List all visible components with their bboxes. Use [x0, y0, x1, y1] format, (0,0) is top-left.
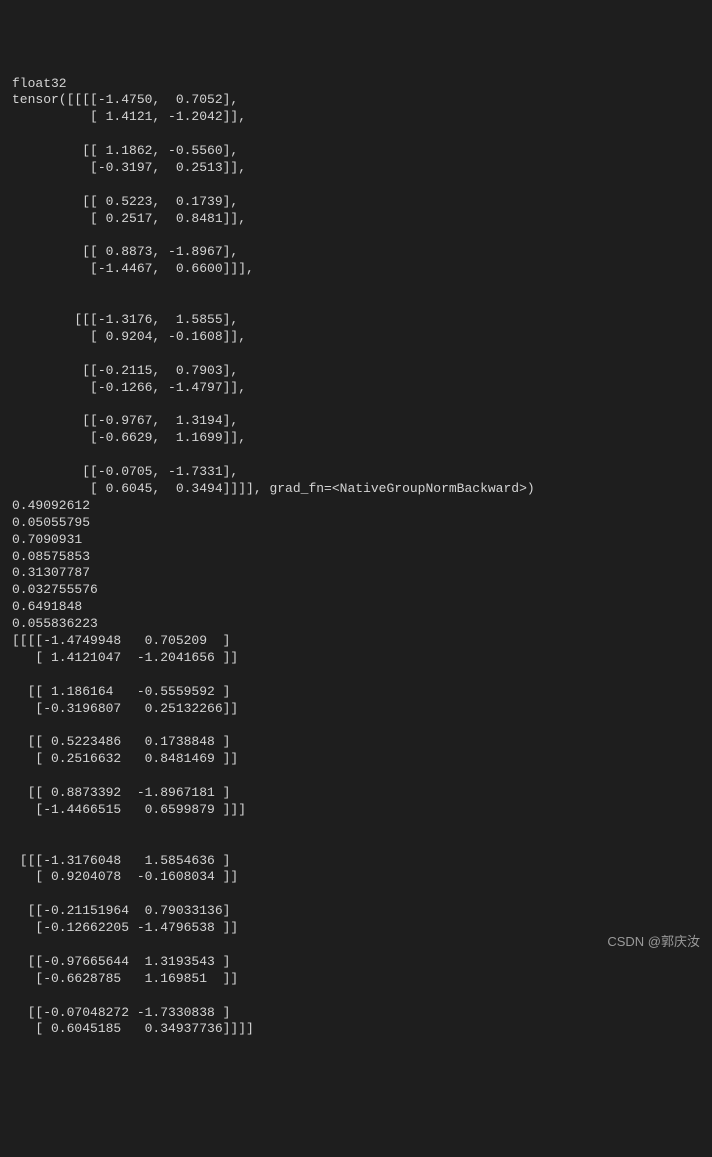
watermark: CSDN @郭庆汝	[607, 934, 700, 951]
watermark-text: CSDN @郭庆汝	[607, 934, 700, 949]
terminal-text: float32 tensor([[[[-1.4750, 0.7052], [ 1…	[12, 76, 535, 1037]
terminal-output: float32 tensor([[[[-1.4750, 0.7052], [ 1…	[12, 76, 700, 1039]
